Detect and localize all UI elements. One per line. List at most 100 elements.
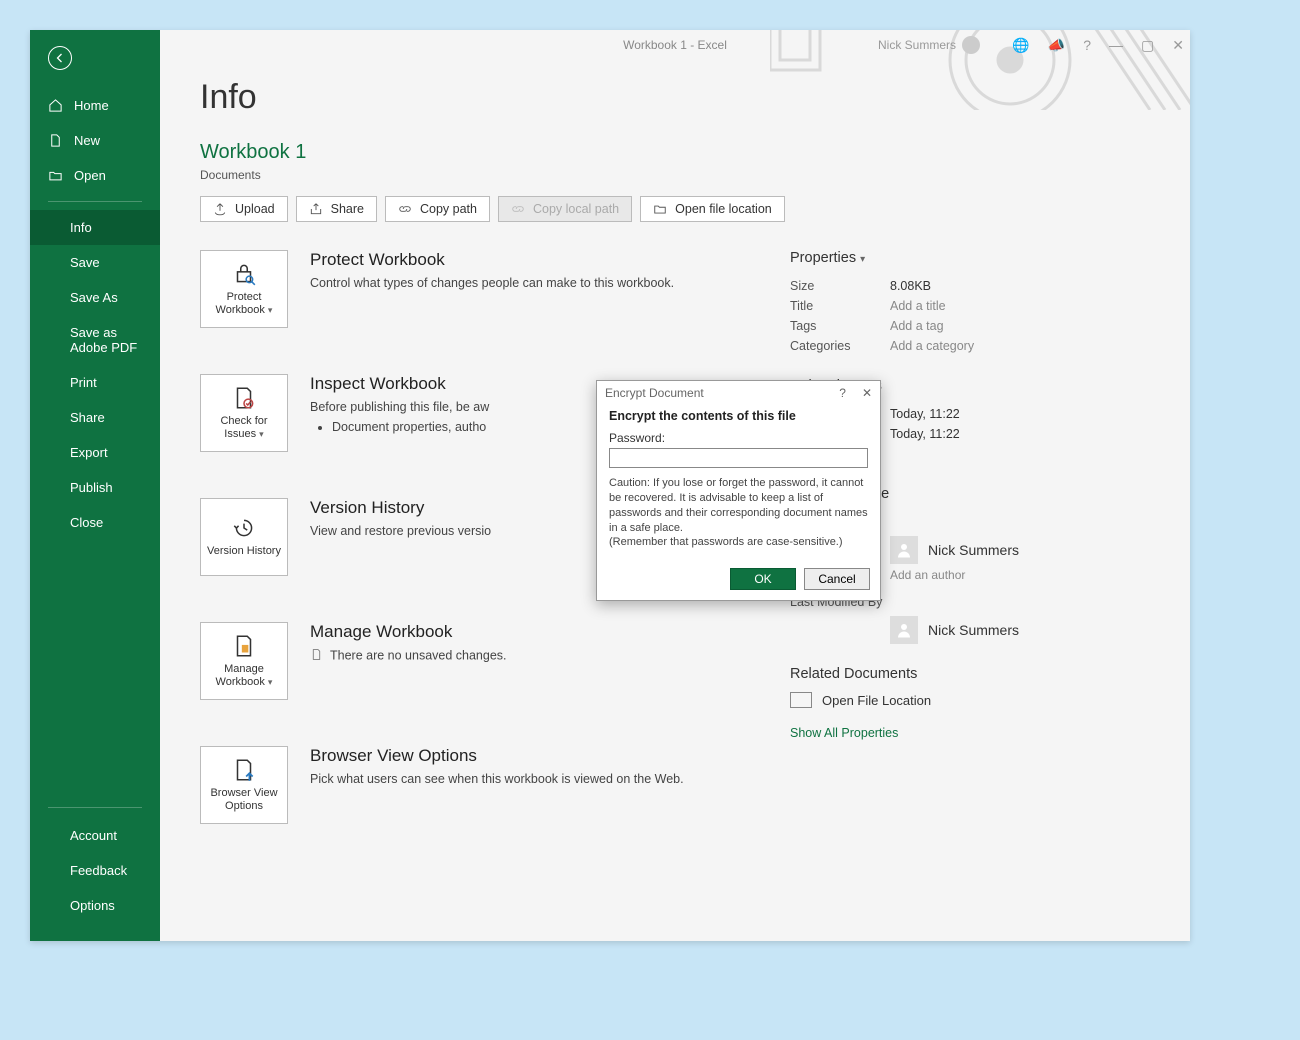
share-icon — [309, 202, 323, 216]
back-button[interactable] — [48, 46, 72, 70]
section-desc: Pick what users can see when this workbo… — [310, 772, 684, 786]
nav-label: Close — [70, 515, 103, 530]
open-file-location-link[interactable]: Open File Location — [790, 692, 1150, 708]
title-bar: Workbook 1 - Excel Nick Summers 🌐 📣 ? — … — [160, 30, 1190, 60]
nav-print[interactable]: Print — [30, 365, 160, 400]
section-desc: There are no unsaved changes. — [330, 648, 507, 662]
nav-label: Save As — [70, 290, 118, 305]
dialog-title: Encrypt Document — [605, 386, 704, 400]
nav-export[interactable]: Export — [30, 435, 160, 470]
cancel-button[interactable]: Cancel — [804, 568, 870, 590]
manage-workbook-tile[interactable]: Manage Workbook ▾ — [200, 622, 288, 700]
globe-icon[interactable]: 🌐 — [1012, 37, 1029, 54]
section-title: Version History — [310, 498, 491, 518]
user-name: Nick Summers — [878, 38, 956, 52]
add-author[interactable]: Add an author — [890, 568, 1150, 582]
check-for-issues-tile[interactable]: Check for Issues ▾ — [200, 374, 288, 452]
share-button[interactable]: Share — [296, 196, 377, 222]
last-modified-by-person[interactable]: Nick Summers — [890, 616, 1150, 644]
chevron-down-icon: ▾ — [259, 429, 264, 439]
protect-workbook-tile[interactable]: Protect Workbook ▾ — [200, 250, 288, 328]
action-row: Upload Share Copy path Copy local path O… — [200, 196, 1150, 222]
nav-label: Publish — [70, 480, 113, 495]
tile-label: Manage Workbook — [216, 663, 265, 688]
nav-home[interactable]: Home — [30, 88, 160, 123]
section-title: Browser View Options — [310, 746, 684, 766]
document-manage-icon — [231, 633, 257, 659]
chevron-down-icon: ▾ — [268, 305, 273, 315]
nav-label: Save as Adobe PDF — [70, 325, 137, 355]
close-icon[interactable]: ✕ — [1172, 37, 1184, 54]
nav-label: Export — [70, 445, 108, 460]
nav-label: New — [74, 133, 100, 148]
help-icon[interactable]: ? — [839, 386, 846, 400]
nav-label: Account — [70, 828, 117, 843]
author-person[interactable]: Nick Summers — [890, 536, 1150, 564]
help-icon[interactable]: ? — [1083, 37, 1091, 53]
app-window: Home New Open Info Save Save As Save as … — [30, 30, 1190, 941]
browser-view-options-tile[interactable]: Browser View Options — [200, 746, 288, 824]
nav-publish[interactable]: Publish — [30, 470, 160, 505]
ok-button[interactable]: OK — [730, 568, 796, 590]
nav-account[interactable]: Account — [30, 818, 160, 853]
section-desc: View and restore previous versio — [310, 524, 491, 538]
author-name: Nick Summers — [928, 542, 1019, 558]
open-file-location-label: Open File Location — [822, 693, 931, 708]
nav-new[interactable]: New — [30, 123, 160, 158]
tile-label: Browser View Options — [210, 787, 277, 812]
section-title: Inspect Workbook — [310, 374, 489, 394]
prop-value[interactable]: Add a category — [890, 339, 974, 353]
tile-label: Protect Workbook — [216, 291, 265, 316]
nav-feedback[interactable]: Feedback — [30, 853, 160, 888]
home-icon — [48, 98, 64, 113]
minimize-icon[interactable]: — — [1109, 37, 1123, 53]
main-area: Workbook 1 - Excel Nick Summers 🌐 📣 ? — … — [160, 30, 1190, 941]
btn-label: Share — [331, 202, 364, 216]
restore-icon[interactable]: ▢ — [1141, 37, 1154, 54]
prop-value: 8.08KB — [890, 279, 931, 293]
document-icon — [48, 133, 64, 148]
nav-open[interactable]: Open — [30, 158, 160, 193]
nav-label: Open — [74, 168, 106, 183]
chevron-down-icon[interactable]: ▾ — [860, 254, 865, 265]
prop-label: Size — [790, 279, 890, 293]
section-protect: Protect Workbook ▾ Protect Workbook Cont… — [200, 250, 760, 328]
upload-button[interactable]: Upload — [200, 196, 288, 222]
show-all-properties-link[interactable]: Show All Properties — [790, 726, 1150, 740]
prop-value[interactable]: Add a tag — [890, 319, 944, 333]
megaphone-icon[interactable]: 📣 — [1048, 37, 1065, 54]
copy-path-button[interactable]: Copy path — [385, 196, 490, 222]
close-icon[interactable]: ✕ — [862, 386, 872, 400]
prop-value: Today, 11:22 — [890, 407, 960, 421]
person-icon — [890, 616, 918, 644]
nav-close[interactable]: Close — [30, 505, 160, 540]
avatar-icon — [962, 36, 980, 54]
prop-value: Today, 11:22 — [890, 427, 960, 441]
nav-options[interactable]: Options — [30, 888, 160, 923]
open-file-location-button[interactable]: Open file location — [640, 196, 785, 222]
prop-value[interactable]: Add a title — [890, 299, 946, 313]
nav-label: Save — [70, 255, 100, 270]
workbook-name: Workbook 1 — [200, 141, 1150, 164]
password-label: Password: — [609, 431, 868, 445]
document-icon — [310, 648, 324, 664]
nav-save[interactable]: Save — [30, 245, 160, 280]
section-manage: Manage Workbook ▾ Manage Workbook There … — [200, 622, 760, 700]
version-history-tile[interactable]: Version History — [200, 498, 288, 576]
nav-info[interactable]: Info — [30, 210, 160, 245]
title-user[interactable]: Nick Summers — [878, 36, 980, 54]
nav-share[interactable]: Share — [30, 400, 160, 435]
prop-label: Tags — [790, 319, 890, 333]
prop-label: Categories — [790, 339, 890, 353]
prop-label: Title — [790, 299, 890, 313]
btn-label: Copy local path — [533, 202, 619, 216]
password-input[interactable] — [609, 448, 868, 468]
link-icon — [398, 202, 412, 216]
related-documents-heading: Related Documents — [790, 666, 1150, 682]
btn-label: Copy path — [420, 202, 477, 216]
nav-save-as[interactable]: Save As — [30, 280, 160, 315]
chevron-down-icon: ▾ — [268, 677, 273, 687]
window-controls: 🌐 📣 ? — ▢ ✕ — [1012, 30, 1184, 60]
nav-save-as-adobe-pdf[interactable]: Save as Adobe PDF — [30, 315, 160, 365]
nav-label: Print — [70, 375, 97, 390]
